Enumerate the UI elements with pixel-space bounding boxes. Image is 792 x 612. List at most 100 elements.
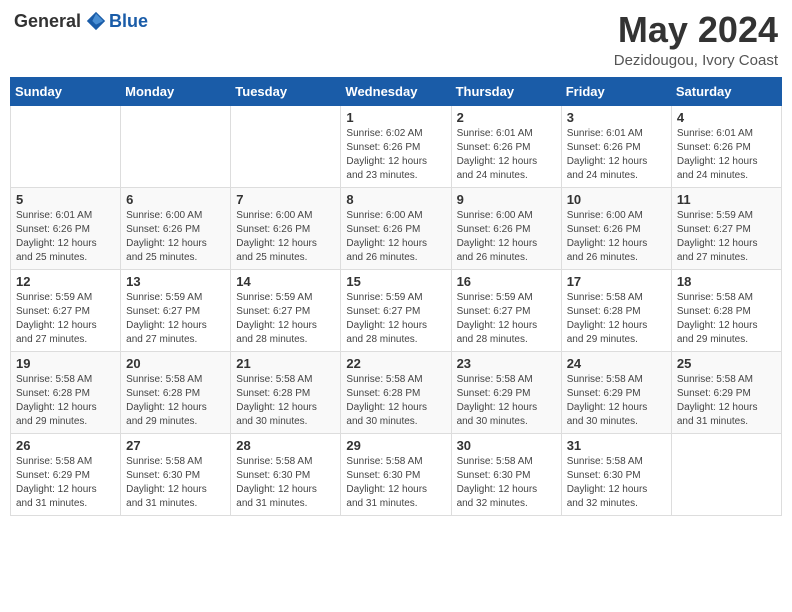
day-info: Sunrise: 5:58 AMSunset: 6:29 PMDaylight:… bbox=[16, 455, 115, 511]
calendar-cell: 22 Sunrise: 5:58 AMSunset: 6:28 PMDayligh… bbox=[341, 351, 451, 433]
weekday-header-thursday: Thursday bbox=[451, 77, 561, 105]
day-number: 21 bbox=[236, 356, 335, 371]
day-number: 30 bbox=[457, 438, 556, 453]
week-row-5: 26 Sunrise: 5:58 AMSunset: 6:29 PMDayligh… bbox=[11, 433, 782, 515]
day-number: 28 bbox=[236, 438, 335, 453]
day-number: 17 bbox=[567, 274, 666, 289]
day-info: Sunrise: 6:01 AMSunset: 6:26 PMDaylight:… bbox=[677, 127, 776, 183]
calendar-cell bbox=[231, 105, 341, 187]
day-number: 16 bbox=[457, 274, 556, 289]
day-info: Sunrise: 6:02 AMSunset: 6:26 PMDaylight:… bbox=[346, 127, 445, 183]
day-number: 24 bbox=[567, 356, 666, 371]
day-info: Sunrise: 5:58 AMSunset: 6:30 PMDaylight:… bbox=[457, 455, 556, 511]
calendar-cell: 14 Sunrise: 5:59 AMSunset: 6:27 PMDayligh… bbox=[231, 269, 341, 351]
day-number: 27 bbox=[126, 438, 225, 453]
weekday-header-sunday: Sunday bbox=[11, 77, 121, 105]
day-number: 29 bbox=[346, 438, 445, 453]
calendar-cell: 2 Sunrise: 6:01 AMSunset: 6:26 PMDaylight… bbox=[451, 105, 561, 187]
day-info: Sunrise: 5:58 AMSunset: 6:30 PMDaylight:… bbox=[236, 455, 335, 511]
day-number: 2 bbox=[457, 110, 556, 125]
day-number: 6 bbox=[126, 192, 225, 207]
month-title: May 2024 bbox=[614, 10, 778, 50]
calendar-cell: 13 Sunrise: 5:59 AMSunset: 6:27 PMDayligh… bbox=[121, 269, 231, 351]
day-info: Sunrise: 6:01 AMSunset: 6:26 PMDaylight:… bbox=[457, 127, 556, 183]
calendar-cell bbox=[671, 433, 781, 515]
weekday-header-monday: Monday bbox=[121, 77, 231, 105]
day-info: Sunrise: 6:00 AMSunset: 6:26 PMDaylight:… bbox=[236, 209, 335, 265]
calendar-cell: 1 Sunrise: 6:02 AMSunset: 6:26 PMDaylight… bbox=[341, 105, 451, 187]
day-number: 4 bbox=[677, 110, 776, 125]
calendar-cell: 16 Sunrise: 5:59 AMSunset: 6:27 PMDayligh… bbox=[451, 269, 561, 351]
day-number: 19 bbox=[16, 356, 115, 371]
calendar-cell: 18Sunrise: 5:58 AMSunset: 6:28 PMDayligh… bbox=[671, 269, 781, 351]
day-number: 22 bbox=[346, 356, 445, 371]
location-title: Dezidougou, Ivory Coast bbox=[614, 52, 778, 69]
logo: General Blue bbox=[14, 10, 148, 32]
day-info: Sunrise: 6:01 AMSunset: 6:26 PMDaylight:… bbox=[16, 209, 115, 265]
title-block: May 2024 Dezidougou, Ivory Coast bbox=[614, 10, 778, 69]
day-number: 20 bbox=[126, 356, 225, 371]
day-number: 5 bbox=[16, 192, 115, 207]
day-info: Sunrise: 5:58 AMSunset: 6:29 PMDaylight:… bbox=[457, 373, 556, 429]
day-info: Sunrise: 5:59 AMSunset: 6:27 PMDaylight:… bbox=[16, 291, 115, 347]
day-number: 9 bbox=[457, 192, 556, 207]
calendar-cell: 19 Sunrise: 5:58 AMSunset: 6:28 PMDayligh… bbox=[11, 351, 121, 433]
calendar-cell: 10Sunrise: 6:00 AMSunset: 6:26 PMDayligh… bbox=[561, 187, 671, 269]
calendar-cell: 15Sunrise: 5:59 AMSunset: 6:27 PMDayligh… bbox=[341, 269, 451, 351]
logo-icon bbox=[85, 10, 107, 32]
logo-blue: Blue bbox=[109, 11, 148, 32]
calendar-cell: 30 Sunrise: 5:58 AMSunset: 6:30 PMDayligh… bbox=[451, 433, 561, 515]
day-info: Sunrise: 5:59 AMSunset: 6:27 PMDaylight:… bbox=[457, 291, 556, 347]
day-info: Sunrise: 5:58 AMSunset: 6:28 PMDaylight:… bbox=[567, 291, 666, 347]
day-info: Sunrise: 6:01 AMSunset: 6:26 PMDaylight:… bbox=[567, 127, 666, 183]
day-info: Sunrise: 5:59 AMSunset: 6:27 PMDaylight:… bbox=[677, 209, 776, 265]
day-number: 31 bbox=[567, 438, 666, 453]
day-number: 10 bbox=[567, 192, 666, 207]
weekday-header-wednesday: Wednesday bbox=[341, 77, 451, 105]
weekday-header-saturday: Saturday bbox=[671, 77, 781, 105]
calendar-cell: 24 Sunrise: 5:58 AMSunset: 6:29 PMDayligh… bbox=[561, 351, 671, 433]
week-row-1: 1 Sunrise: 6:02 AMSunset: 6:26 PMDaylight… bbox=[11, 105, 782, 187]
calendar-cell: 11 Sunrise: 5:59 AMSunset: 6:27 PMDayligh… bbox=[671, 187, 781, 269]
day-number: 23 bbox=[457, 356, 556, 371]
day-number: 13 bbox=[126, 274, 225, 289]
day-number: 8 bbox=[346, 192, 445, 207]
day-number: 7 bbox=[236, 192, 335, 207]
calendar-cell: 29 Sunrise: 5:58 AMSunset: 6:30 PMDayligh… bbox=[341, 433, 451, 515]
day-info: Sunrise: 5:58 AMSunset: 6:30 PMDaylight:… bbox=[346, 455, 445, 511]
calendar-cell: 28 Sunrise: 5:58 AMSunset: 6:30 PMDayligh… bbox=[231, 433, 341, 515]
weekday-header-tuesday: Tuesday bbox=[231, 77, 341, 105]
calendar-cell: 9 Sunrise: 6:00 AMSunset: 6:26 PMDaylight… bbox=[451, 187, 561, 269]
weekday-header-friday: Friday bbox=[561, 77, 671, 105]
day-info: Sunrise: 5:59 AMSunset: 6:27 PMDaylight:… bbox=[126, 291, 225, 347]
day-info: Sunrise: 6:00 AMSunset: 6:26 PMDaylight:… bbox=[126, 209, 225, 265]
day-info: Sunrise: 5:58 AMSunset: 6:28 PMDaylight:… bbox=[236, 373, 335, 429]
week-row-4: 19 Sunrise: 5:58 AMSunset: 6:28 PMDayligh… bbox=[11, 351, 782, 433]
day-number: 18 bbox=[677, 274, 776, 289]
day-info: Sunrise: 6:00 AMSunset: 6:26 PMDaylight:… bbox=[346, 209, 445, 265]
calendar-cell: 25Sunrise: 5:58 AMSunset: 6:29 PMDayligh… bbox=[671, 351, 781, 433]
page-header: General Blue May 2024 Dezidougou, Ivory … bbox=[10, 10, 782, 69]
week-row-3: 12Sunrise: 5:59 AMSunset: 6:27 PMDayligh… bbox=[11, 269, 782, 351]
day-info: Sunrise: 6:00 AMSunset: 6:26 PMDaylight:… bbox=[457, 209, 556, 265]
day-info: Sunrise: 5:58 AMSunset: 6:29 PMDaylight:… bbox=[677, 373, 776, 429]
day-number: 11 bbox=[677, 192, 776, 207]
calendar-cell: 7 Sunrise: 6:00 AMSunset: 6:26 PMDaylight… bbox=[231, 187, 341, 269]
day-info: Sunrise: 5:58 AMSunset: 6:30 PMDaylight:… bbox=[126, 455, 225, 511]
calendar-cell bbox=[121, 105, 231, 187]
day-number: 14 bbox=[236, 274, 335, 289]
calendar-cell: 17 Sunrise: 5:58 AMSunset: 6:28 PMDayligh… bbox=[561, 269, 671, 351]
day-number: 1 bbox=[346, 110, 445, 125]
calendar-cell: 8 Sunrise: 6:00 AMSunset: 6:26 PMDaylight… bbox=[341, 187, 451, 269]
day-info: Sunrise: 5:59 AMSunset: 6:27 PMDaylight:… bbox=[236, 291, 335, 347]
day-number: 26 bbox=[16, 438, 115, 453]
logo-general: General bbox=[14, 11, 81, 32]
calendar-cell: 21 Sunrise: 5:58 AMSunset: 6:28 PMDayligh… bbox=[231, 351, 341, 433]
calendar-cell: 26 Sunrise: 5:58 AMSunset: 6:29 PMDayligh… bbox=[11, 433, 121, 515]
calendar-cell: 20Sunrise: 5:58 AMSunset: 6:28 PMDayligh… bbox=[121, 351, 231, 433]
calendar-cell: 23 Sunrise: 5:58 AMSunset: 6:29 PMDayligh… bbox=[451, 351, 561, 433]
day-info: Sunrise: 5:58 AMSunset: 6:28 PMDaylight:… bbox=[16, 373, 115, 429]
day-info: Sunrise: 5:58 AMSunset: 6:29 PMDaylight:… bbox=[567, 373, 666, 429]
day-info: Sunrise: 5:58 AMSunset: 6:28 PMDaylight:… bbox=[346, 373, 445, 429]
day-number: 3 bbox=[567, 110, 666, 125]
